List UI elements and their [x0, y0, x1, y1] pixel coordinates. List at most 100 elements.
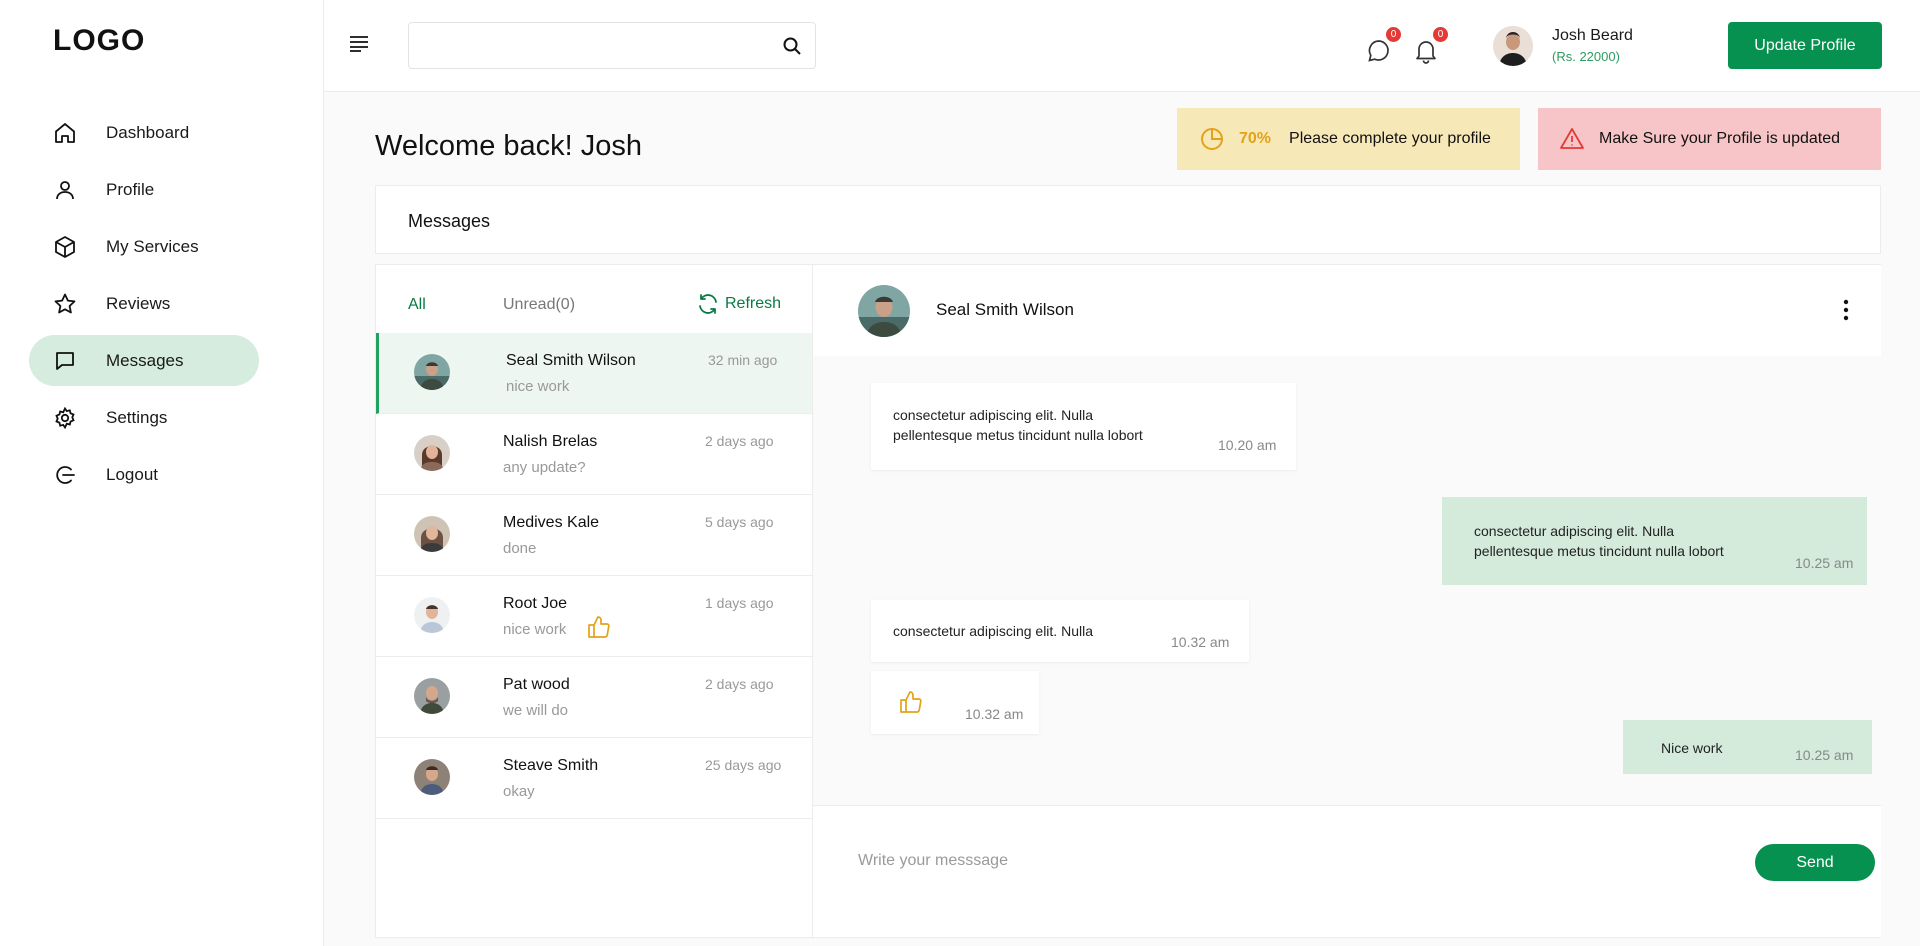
conversation-item[interactable]: Steave Smith okay 25 days ago [376, 738, 812, 819]
conversation-item[interactable]: Pat wood we will do 2 days ago [376, 657, 812, 738]
user-icon [52, 177, 78, 203]
message-time: 10.25 am [1795, 747, 1854, 763]
conversation-name: Seal Smith Wilson [506, 352, 636, 369]
sidebar-item-profile[interactable]: Profile [29, 164, 259, 215]
profile-warning-text: Make Sure your Profile is updated [1599, 130, 1841, 147]
pie-chart-icon [1199, 126, 1225, 152]
conversation-item[interactable]: Root Joe nice work 1 days ago [376, 576, 812, 657]
update-profile-button[interactable]: Update Profile [1728, 22, 1882, 69]
logout-icon [52, 462, 78, 488]
conversation-preview: nice work [503, 621, 567, 638]
notifications-badge: 0 [1432, 26, 1449, 43]
message-text: consectetur adipiscing elit. Nulla [893, 407, 1093, 423]
conversation-name: Medives Kale [503, 514, 600, 531]
message-bubble-outgoing: consectetur adipiscing elit. Nulla pelle… [1442, 497, 1867, 585]
gear-icon [52, 405, 78, 431]
home-icon [52, 120, 78, 146]
conversation-preview: we will do [503, 702, 569, 719]
chat-icon [52, 348, 78, 374]
message-time: 10.32 am [965, 706, 1024, 722]
conversation-item[interactable]: Seal Smith Wilson nice work 32 min ago [376, 333, 812, 414]
sidebar-item-messages[interactable]: Messages [29, 335, 259, 386]
tab-unread[interactable]: Unread(0) [503, 296, 575, 314]
conversation-preview: done [503, 540, 537, 557]
box-icon [52, 234, 78, 260]
star-icon [52, 291, 78, 317]
avatar [858, 285, 910, 337]
search-icon[interactable] [781, 35, 803, 57]
chat-header: Seal Smith Wilson [813, 265, 1881, 356]
topbar: 0 0 Josh Beard (Rs. 22000) Update Profil… [324, 0, 1920, 92]
conversation-time: 5 days ago [705, 514, 774, 530]
menu-icon[interactable] [348, 34, 370, 54]
sidebar-item-settings[interactable]: Settings [29, 392, 259, 443]
message-text: pellentesque metus tincidunt nulla lobor… [1474, 543, 1724, 559]
sidebar-item-dashboard[interactable]: Dashboard [29, 107, 259, 158]
more-options-icon[interactable] [1838, 297, 1854, 323]
chat-area: Seal Smith Wilson consectetur adipiscing… [813, 265, 1881, 937]
conversation-time: 32 min ago [708, 352, 778, 368]
avatar [414, 354, 450, 390]
sidebar-item-label: Messages [106, 350, 184, 370]
sidebar-item-my-services[interactable]: My Services [29, 221, 259, 272]
conversation-item[interactable]: Nalish Brelas any update? 2 days ago [376, 414, 812, 495]
message-input[interactable] [858, 846, 1678, 876]
message-time: 10.32 am [1171, 634, 1230, 650]
conversation-item[interactable]: Medives Kale done 5 days ago [376, 495, 812, 576]
conversation-tabs: All Unread(0) Refresh [376, 265, 813, 333]
warning-icon [1559, 126, 1585, 152]
message-composer: Send [813, 805, 1881, 937]
profile-warning-alert: Make Sure your Profile is updated [1538, 108, 1881, 170]
message-bubble-outgoing: Nice work 10.25 am [1623, 720, 1872, 774]
user-name: Josh Beard [1552, 27, 1633, 44]
refresh-icon [696, 292, 720, 316]
sidebar-item-label: Profile [106, 179, 155, 199]
profile-progress-text: Please complete your profile [1289, 130, 1491, 147]
bell-icon[interactable]: 0 [1413, 26, 1449, 64]
sidebar-nav: Dashboard Profile My Services Reviews Me… [29, 107, 259, 506]
avatar [414, 597, 450, 633]
avatar [414, 678, 450, 714]
message-text: pellentesque metus tincidunt nulla lobor… [893, 427, 1143, 443]
messages-title: Messages [408, 211, 491, 231]
messages-header: Messages [375, 185, 1881, 254]
conversation-list: All Unread(0) Refresh Seal Smith Wilson … [376, 265, 813, 939]
messages-badge: 0 [1385, 26, 1402, 43]
sidebar-item-label: Settings [106, 407, 168, 427]
profile-progress-percent: 70% [1239, 130, 1272, 147]
message-bubble-incoming: consectetur adipiscing elit. Nulla pelle… [871, 383, 1296, 470]
conversation-time: 1 days ago [705, 595, 774, 611]
refresh-label: Refresh [725, 295, 782, 312]
logo[interactable]: LOGO [53, 24, 145, 58]
message-bubble-incoming: 10.32 am [871, 671, 1039, 734]
message-text: Nice work [1661, 740, 1723, 756]
sidebar-item-reviews[interactable]: Reviews [29, 278, 259, 329]
conversation-preview: nice work [506, 378, 570, 395]
conversation-name: Root Joe [503, 595, 568, 612]
search-box [408, 22, 816, 69]
avatar [414, 759, 450, 795]
message-text: consectetur adipiscing elit. Nulla [1474, 523, 1674, 539]
refresh-button[interactable]: Refresh [696, 292, 781, 316]
conversation-time: 2 days ago [705, 676, 774, 692]
user-balance: (Rs. 22000) [1552, 49, 1620, 64]
conversation-time: 25 days ago [705, 757, 782, 773]
send-button[interactable]: Send [1755, 844, 1875, 881]
avatar [414, 516, 450, 552]
message-time: 10.20 am [1218, 437, 1277, 453]
thumbs-up-icon [586, 614, 612, 640]
conversation-name: Pat wood [503, 676, 570, 693]
conversation-name: Steave Smith [503, 757, 599, 774]
tab-all[interactable]: All [408, 296, 426, 314]
sidebar-item-label: Reviews [106, 293, 171, 313]
sidebar-item-logout[interactable]: Logout [29, 449, 259, 500]
sidebar-item-label: Dashboard [106, 122, 190, 142]
avatar[interactable] [1493, 26, 1533, 66]
conversation-preview: any update? [503, 459, 586, 476]
sidebar-item-label: My Services [106, 236, 199, 256]
chat-contact-name: Seal Smith Wilson [936, 300, 1074, 319]
search-input[interactable] [409, 23, 749, 68]
messages-icon[interactable]: 0 [1366, 26, 1402, 64]
profile-progress-alert: 70% Please complete your profile [1177, 108, 1520, 170]
sidebar: LOGO Dashboard Profile My Services Revie… [0, 0, 324, 946]
